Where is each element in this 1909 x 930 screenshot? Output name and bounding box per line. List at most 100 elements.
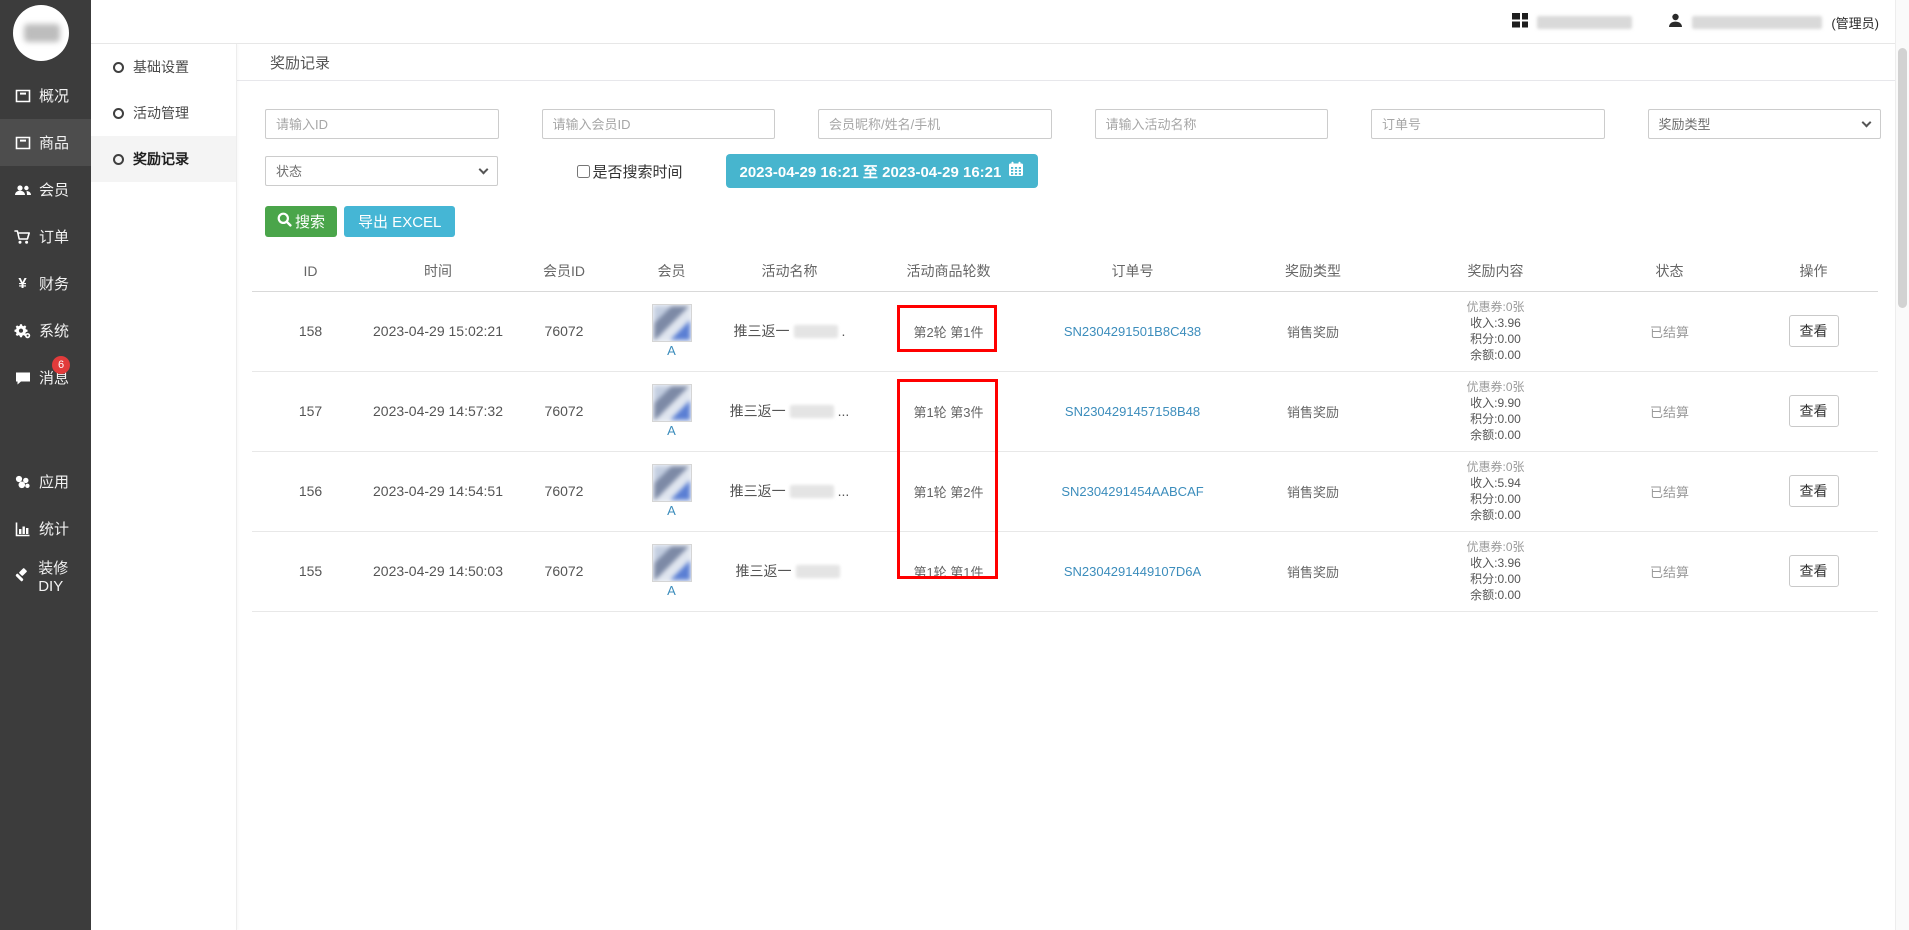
reward-line: 积分:0.00 <box>1401 571 1590 587</box>
reward-line: 余额:0.00 <box>1401 507 1590 523</box>
col-activity: 活动名称 <box>722 251 857 291</box>
redacted-avatar <box>654 306 690 340</box>
sidebar-item-orders[interactable]: 订单 <box>0 213 91 260</box>
sidebar-item-diy[interactable]: 装修DIY <box>0 552 91 599</box>
search-time-checkbox[interactable] <box>577 165 590 178</box>
reward-line: 收入:3.96 <box>1401 315 1590 331</box>
member-avatar[interactable] <box>652 384 692 422</box>
circle-o-icon <box>113 108 124 119</box>
cell-reward-content: 优惠券:0张 收入:9.90 积分:0.00 余额:0.00 <box>1401 371 1590 451</box>
cell-action: 查看 <box>1749 371 1878 451</box>
export-excel-button[interactable]: 导出 EXCEL <box>344 206 455 237</box>
member-avatar[interactable] <box>652 304 692 342</box>
cell-member-id: 76072 <box>507 451 621 531</box>
cell-rounds: 第1轮 第3件 <box>857 371 1040 451</box>
activity-name: 推三返一 <box>736 563 792 579</box>
view-button[interactable]: 查看 <box>1789 315 1839 347</box>
cell-member: A <box>621 531 722 611</box>
sidebar-item-label: 应用 <box>39 471 69 492</box>
reward-line: 余额:0.00 <box>1401 347 1590 363</box>
status-select[interactable]: 状态 <box>265 156 498 186</box>
submenu-item-label: 奖励记录 <box>133 149 189 169</box>
col-reward-content: 奖励内容 <box>1401 251 1590 291</box>
cell-activity: 推三返一... <box>722 371 857 451</box>
cell-member-id: 76072 <box>507 371 621 451</box>
apps-grid-icon[interactable] <box>1512 13 1528 31</box>
filter-row-1: 奖励类型 <box>265 109 1881 139</box>
page-title: 奖励记录 <box>270 52 330 73</box>
member-avatar[interactable] <box>652 464 692 502</box>
reward-line: 收入:5.94 <box>1401 475 1590 491</box>
submenu-item-activity-management[interactable]: 活动管理 <box>91 90 236 136</box>
reward-line: 优惠券:0张 <box>1401 539 1590 555</box>
activity-name-input[interactable] <box>1095 109 1329 139</box>
sidebar-group-gap <box>0 401 91 458</box>
scrollbar-thumb[interactable] <box>1898 48 1907 308</box>
cell-member-id: 76072 <box>507 531 621 611</box>
order-no-input[interactable] <box>1371 109 1605 139</box>
sidebar-item-apps[interactable]: 应用 <box>0 458 91 505</box>
submenu-item-basic-settings[interactable]: 基础设置 <box>91 44 236 90</box>
search-icon <box>277 212 292 231</box>
sidebar-item-overview[interactable]: 概况 <box>0 72 91 119</box>
id-input[interactable] <box>265 109 499 139</box>
overview-icon <box>13 88 32 104</box>
member-name: A <box>667 583 676 598</box>
primary-sidebar: 概况 商品 会员 订单 ¥ 财务 系统 <box>0 0 91 930</box>
status-select-wrap: 状态 <box>265 156 498 186</box>
sidebar-item-members[interactable]: 会员 <box>0 166 91 213</box>
view-button[interactable]: 查看 <box>1789 395 1839 427</box>
reward-line: 收入:9.90 <box>1401 395 1590 411</box>
order-link[interactable]: SN2304291454AABCAF <box>1061 484 1203 499</box>
reward-line: 积分:0.00 <box>1401 331 1590 347</box>
member-id-input[interactable] <box>542 109 776 139</box>
order-link[interactable]: SN2304291449107D6A <box>1064 564 1201 579</box>
reward-type-select[interactable]: 奖励类型 <box>1648 109 1882 139</box>
cell-status: 已结算 <box>1590 291 1749 371</box>
member-name-input[interactable] <box>818 109 1052 139</box>
table-row: 156 2023-04-29 14:54:51 76072 A 推三返一... … <box>252 451 1878 531</box>
calendar-icon <box>1008 161 1024 181</box>
sidebar-item-stats[interactable]: 统计 <box>0 505 91 552</box>
redacted-text <box>790 405 834 418</box>
shop-avatar[interactable] <box>13 5 69 61</box>
redacted-avatar <box>654 386 690 420</box>
cell-order-no: SN2304291449107D6A <box>1040 531 1225 611</box>
view-button[interactable]: 查看 <box>1789 555 1839 587</box>
sidebar-item-system[interactable]: 系统 <box>0 307 91 354</box>
sidebar-item-messages[interactable]: 消息 6 <box>0 354 91 401</box>
view-button[interactable]: 查看 <box>1789 475 1839 507</box>
sidebar-item-label: 统计 <box>39 518 69 539</box>
cell-member: A <box>621 451 722 531</box>
sidebar-item-products[interactable]: 商品 <box>0 119 91 166</box>
cell-status: 已结算 <box>1590 531 1749 611</box>
col-reward-type: 奖励类型 <box>1225 251 1401 291</box>
redacted-text <box>790 485 834 498</box>
date-range-button[interactable]: 2023-04-29 16:21 至 2023-04-29 16:21 <box>726 154 1039 188</box>
member-avatar[interactable] <box>652 544 692 582</box>
search-time-checkbox-group: 是否搜索时间 <box>577 161 682 182</box>
secondary-sidebar: 基础设置 活动管理 奖励记录 <box>91 44 237 930</box>
cell-reward-type: 销售奖励 <box>1225 451 1401 531</box>
cell-action: 查看 <box>1749 531 1878 611</box>
circle-o-icon <box>113 62 124 73</box>
export-button-label: 导出 EXCEL <box>358 211 441 232</box>
sidebar-item-label: 会员 <box>39 179 69 200</box>
date-range-text: 2023-04-29 16:21 至 2023-04-29 16:21 <box>740 161 1002 182</box>
cell-action: 查看 <box>1749 291 1878 371</box>
status-badge: 已结算 <box>1650 565 1689 580</box>
submenu-item-reward-records[interactable]: 奖励记录 <box>91 136 236 182</box>
col-rounds: 活动商品轮数 <box>857 251 1040 291</box>
sidebar-item-finance[interactable]: ¥ 财务 <box>0 260 91 307</box>
cell-activity: 推三返一... <box>722 451 857 531</box>
cell-time: 2023-04-29 14:57:32 <box>369 371 507 451</box>
col-id: ID <box>252 251 369 291</box>
page-scrollbar[interactable] <box>1895 0 1909 930</box>
sidebar-item-label: 财务 <box>39 273 69 294</box>
user-icon[interactable] <box>1668 13 1683 31</box>
reward-line: 收入:3.96 <box>1401 555 1590 571</box>
order-link[interactable]: SN2304291501B8C438 <box>1064 324 1201 339</box>
cell-member: A <box>621 291 722 371</box>
search-button[interactable]: 搜索 <box>265 206 337 237</box>
order-link[interactable]: SN2304291457158B48 <box>1065 404 1200 419</box>
